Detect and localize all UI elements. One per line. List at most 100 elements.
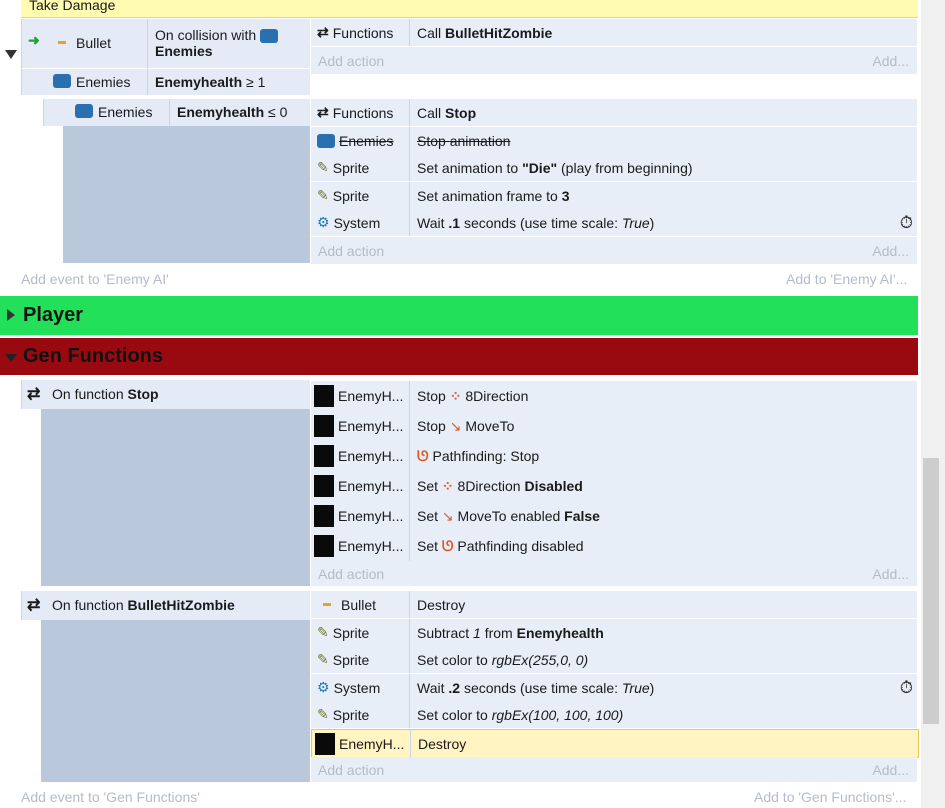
- scrollbar-thumb[interactable]: [923, 458, 939, 724]
- action-row[interactable]: ⚙ System Wait .2 seconds (use time scale:…: [311, 674, 917, 702]
- add-action-row[interactable]: Add action Add...: [311, 561, 917, 587]
- action-object: System: [333, 679, 381, 696]
- condition-object: Enemies: [98, 104, 153, 120]
- action-verb: Pathfinding: Stop: [432, 447, 540, 464]
- condition-object: Bullet: [76, 35, 112, 51]
- action-row[interactable]: ⇄ Functions Call BulletHitZombie: [311, 19, 917, 47]
- action-row[interactable]: EnemyH... Set ↘ MoveTo enabled False: [311, 501, 917, 532]
- event1-conditions[interactable]: ➜ Bullet On collision with Enemies Enemi…: [21, 19, 311, 95]
- add-event-link[interactable]: Add event to 'Gen Functions': [21, 789, 200, 805]
- subevent-condition[interactable]: Enemies Enemyhealth ≤ 0: [43, 99, 310, 126]
- action-value: .1: [448, 214, 461, 231]
- take-damage-header[interactable]: Take Damage: [21, 0, 918, 18]
- action-row[interactable]: ✎ Sprite Set animation to "Die" (play fro…: [311, 154, 917, 182]
- action-text: Set animation to: [417, 159, 519, 176]
- action-row[interactable]: EnemyH... Set ⁘ 8Direction Disabled: [311, 471, 917, 502]
- action-row[interactable]: Bullet Destroy: [311, 591, 917, 619]
- add-more-link[interactable]: Add...: [872, 566, 917, 582]
- action-row-selected[interactable]: EnemyH... Destroy: [311, 729, 919, 758]
- action-row[interactable]: ✎ Sprite Subtract 1 from Enemyhealth: [311, 619, 917, 647]
- add-more-link[interactable]: Add...: [872, 53, 917, 69]
- action-verb: Set: [417, 537, 439, 554]
- function-icon: ⇄: [27, 386, 41, 403]
- add-action-row[interactable]: Add action Add...: [311, 237, 917, 265]
- action-object: System: [333, 214, 381, 231]
- behavior-name: MoveTo enabled: [457, 507, 561, 524]
- action-text: Wait: [417, 679, 445, 696]
- moveto-icon: ↘: [449, 417, 462, 434]
- function-name: Stop: [127, 386, 159, 402]
- action-object: EnemyH...: [338, 538, 404, 554]
- enemies-icon: [53, 74, 71, 88]
- function-icon: ⇄: [27, 597, 41, 614]
- action-verb: Set: [417, 507, 439, 524]
- action-text: Set animation frame to: [417, 187, 558, 204]
- condition-row-enemies[interactable]: Enemies Enemyhealth ≥ 1: [22, 70, 311, 95]
- action-row[interactable]: EnemyH... ᘎ Pathfinding: Stop: [311, 441, 917, 472]
- action-row[interactable]: EnemyH... Stop ↘ MoveTo: [311, 411, 917, 442]
- action-text: Subtract: [417, 624, 470, 641]
- action-text: Wait: [417, 214, 445, 231]
- action-object: EnemyH...: [338, 388, 404, 404]
- condition-value: Enemies: [155, 43, 213, 60]
- add-more-link[interactable]: Add...: [872, 243, 917, 259]
- action-row[interactable]: EnemyH... Set ᘎ Pathfinding disabled: [311, 531, 917, 562]
- action-italic: rgbEx(255,0, 0): [491, 651, 589, 668]
- group-player[interactable]: Player: [0, 296, 918, 335]
- sprite-icon: ✎: [317, 651, 329, 667]
- add-action-link[interactable]: Add action: [311, 762, 872, 778]
- action-row[interactable]: ✎ Sprite Set color to rgbEx(100, 100, 100…: [311, 701, 917, 729]
- sprite-icon: ✎: [317, 624, 329, 640]
- action-value: "Die": [522, 159, 558, 176]
- action-row[interactable]: ✎ Sprite Set animation frame to 3: [311, 182, 917, 210]
- functions-icon: ⇄: [317, 24, 329, 40]
- condition-text: On collision with: [155, 27, 257, 43]
- action-row-disabled[interactable]: Enemies Stop animation: [311, 127, 917, 155]
- action-object: Functions: [332, 104, 394, 121]
- collapse-arrow-icon[interactable]: [5, 354, 17, 362]
- bullet-icon: [58, 41, 66, 44]
- subevent-indent: [63, 126, 310, 263]
- action-text: Call: [417, 24, 442, 41]
- group-gen-functions[interactable]: Gen Functions: [0, 338, 918, 375]
- enemies-icon: [75, 104, 93, 118]
- add-action-link[interactable]: Add action: [311, 53, 872, 69]
- gear-icon: ⚙: [317, 679, 330, 695]
- action-text: Destroy: [417, 596, 466, 613]
- action-mid: from: [484, 624, 513, 641]
- fn-bullet-header[interactable]: ⇄ On function BulletHitZombie: [21, 591, 310, 620]
- add-action-link[interactable]: Add action: [311, 566, 872, 582]
- enemy-thumbnail: [314, 445, 334, 467]
- fn-stop-header[interactable]: ⇄ On function Stop: [21, 380, 310, 409]
- behavior-name: 8Direction: [457, 477, 521, 494]
- action-value: 3: [561, 187, 570, 204]
- sprite-icon: ✎: [317, 159, 329, 175]
- add-action-row[interactable]: Add action Add...: [311, 47, 917, 75]
- enemy-thumbnail: [314, 505, 334, 527]
- collapse-arrow-icon[interactable]: [5, 50, 17, 59]
- expand-arrow-icon[interactable]: [7, 309, 15, 321]
- add-action-row[interactable]: Add action Add...: [311, 757, 917, 783]
- action-object: Sprite: [332, 187, 370, 204]
- add-event-link[interactable]: Add event to 'Enemy AI': [21, 271, 169, 287]
- action-row[interactable]: EnemyH... Stop ⁘ 8Direction: [311, 381, 917, 412]
- add-to-group-link[interactable]: Add to 'Enemy AI'...: [786, 271, 907, 287]
- add-more-link[interactable]: Add...: [872, 762, 917, 778]
- event-title: Take Damage: [29, 0, 116, 13]
- stopwatch-icon: ⏱: [899, 677, 913, 697]
- add-to-group-link[interactable]: Add to 'Gen Functions'...: [754, 789, 906, 805]
- action-row[interactable]: ✎ Sprite Set color to rgbEx(255,0, 0): [311, 646, 917, 674]
- enemies-icon: [260, 29, 279, 44]
- action-object: EnemyH...: [338, 508, 404, 524]
- fn-stop-indent: [41, 409, 310, 586]
- action-text: Set color to: [417, 706, 488, 723]
- add-action-link[interactable]: Add action: [311, 243, 872, 259]
- function-name: BulletHitZombie: [127, 597, 235, 613]
- function-prefix: On function: [52, 597, 124, 613]
- action-text: Set color to: [417, 651, 488, 668]
- action-row[interactable]: ⚙ System Wait .1 seconds (use time scale:…: [311, 209, 917, 237]
- action-value: Stop: [445, 104, 477, 121]
- action-row[interactable]: ⇄ Functions Call Stop: [311, 99, 917, 127]
- action-italic: rgbEx(100, 100, 100): [491, 706, 624, 723]
- condition-row-bullet[interactable]: ➜ Bullet On collision with Enemies: [22, 19, 311, 69]
